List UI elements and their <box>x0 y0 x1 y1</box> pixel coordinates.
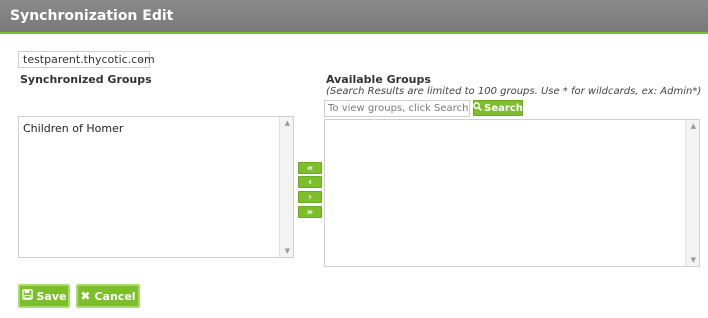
scroll-up-icon[interactable]: ▲ <box>691 122 696 130</box>
floppy-disk-icon <box>21 289 33 303</box>
close-icon: ✖ <box>80 289 91 303</box>
save-button-label: Save <box>36 289 67 303</box>
synchronized-groups-list[interactable]: Children of Homer ▲ ▼ <box>18 116 294 258</box>
scrollbar[interactable]: ▲ ▼ <box>685 120 699 266</box>
search-icon <box>473 102 482 114</box>
move-all-left-button[interactable]: « <box>298 162 322 174</box>
available-groups-list[interactable]: ▲ ▼ <box>324 119 700 267</box>
search-button-label: Search <box>484 102 523 114</box>
domain-select[interactable]: testparent.thycotic.com ⌄ <box>18 51 155 68</box>
domain-select-value: testparent.thycotic.com <box>23 53 155 66</box>
scrollbar[interactable]: ▲ ▼ <box>279 117 293 257</box>
page-title: Synchronization Edit <box>10 8 174 24</box>
available-groups-heading: Available Groups <box>326 73 431 86</box>
search-button[interactable]: Search <box>473 100 523 116</box>
cancel-button-label: Cancel <box>94 289 136 303</box>
group-search-input[interactable] <box>324 100 470 117</box>
list-item[interactable]: Children of Homer <box>23 122 123 135</box>
scroll-down-icon[interactable]: ▼ <box>285 247 290 255</box>
page-header: Synchronization Edit <box>0 0 708 34</box>
chevron-down-icon: ⌄ <box>137 54 145 64</box>
cancel-button[interactable]: ✖ Cancel <box>76 284 140 308</box>
save-button[interactable]: Save <box>18 284 70 308</box>
synchronized-groups-heading: Synchronized Groups <box>20 73 152 86</box>
move-right-button[interactable]: › <box>298 191 322 203</box>
move-left-button[interactable]: ‹ <box>298 176 322 188</box>
scroll-up-icon[interactable]: ▲ <box>285 119 290 127</box>
scroll-down-icon[interactable]: ▼ <box>691 256 696 264</box>
move-all-right-button[interactable]: » <box>298 206 322 218</box>
search-limit-note: (Search Results are limited to 100 group… <box>326 86 702 97</box>
